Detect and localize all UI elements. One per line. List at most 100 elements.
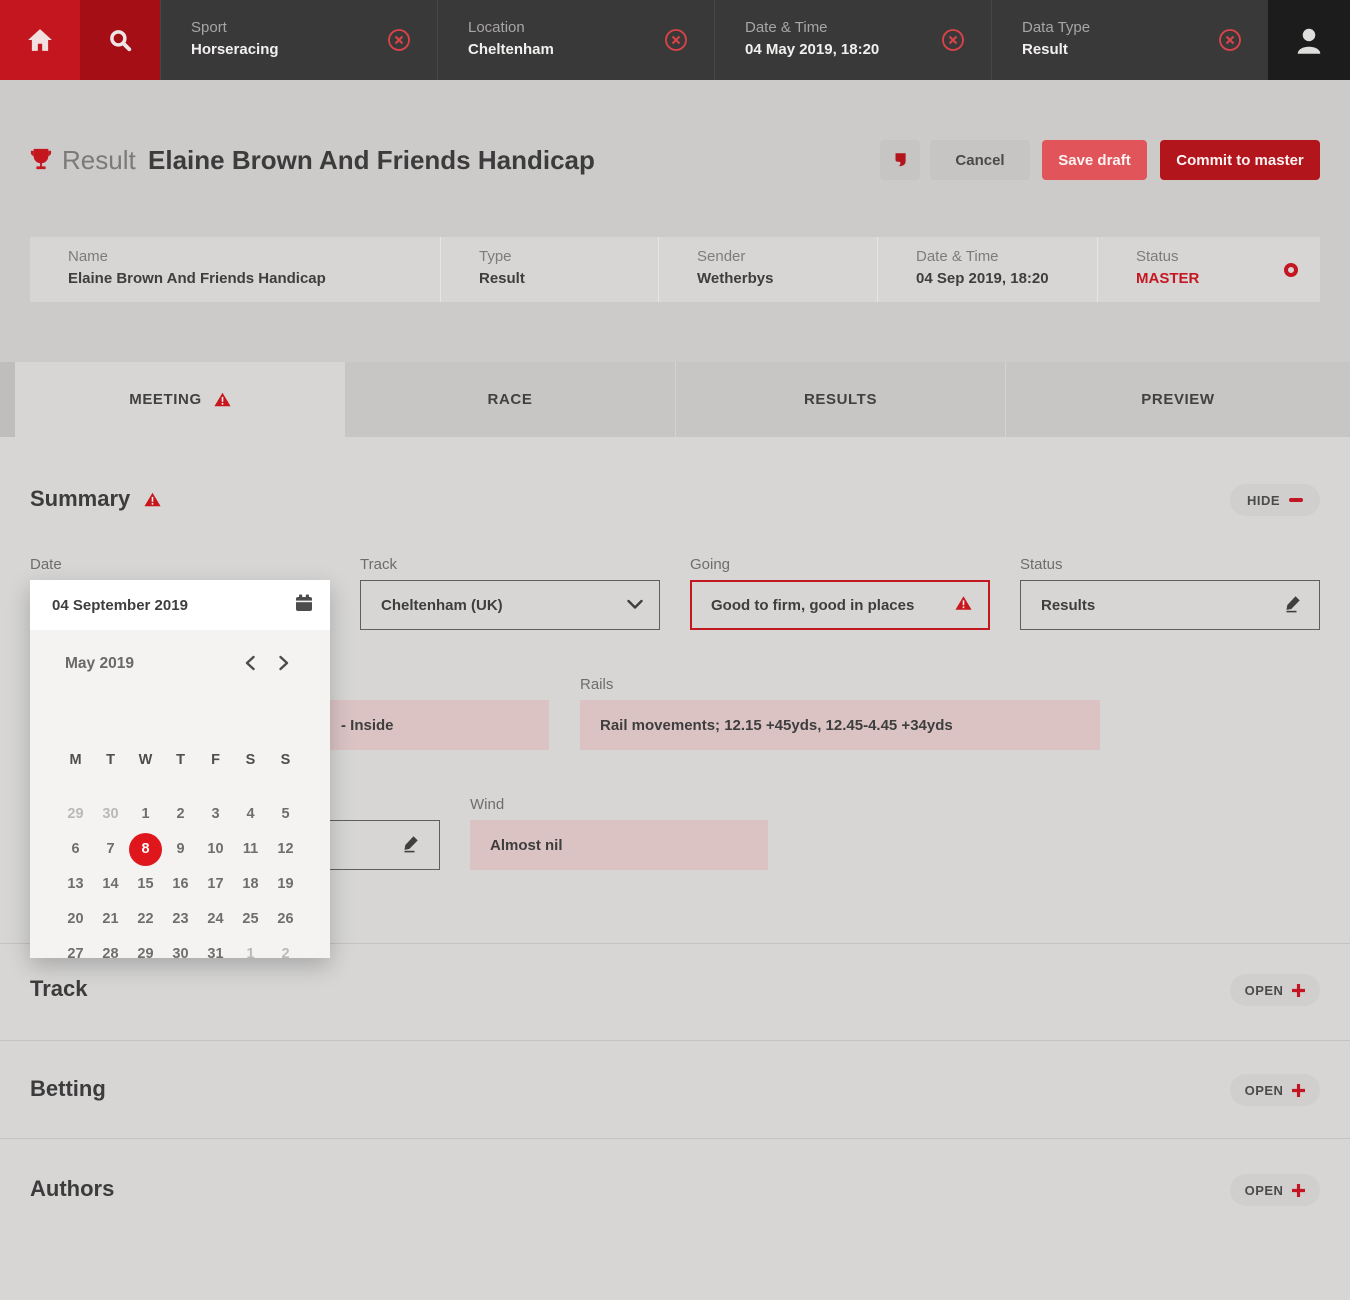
calendar-weekday: F <box>198 752 233 768</box>
calendar-day[interactable]: 22 <box>128 902 163 937</box>
calendar-day[interactable]: 20 <box>58 902 93 937</box>
remove-filter-icon[interactable] <box>941 28 965 52</box>
calendar-day[interactable]: 9 <box>163 832 198 867</box>
calendar-day[interactable]: 24 <box>198 902 233 937</box>
remove-filter-icon[interactable] <box>1218 28 1242 52</box>
tab-race[interactable]: RACE <box>345 362 675 437</box>
calendar-day[interactable]: 27 <box>58 937 93 972</box>
flag-button[interactable] <box>880 140 920 180</box>
remove-filter-icon[interactable] <box>664 28 688 52</box>
calendar-day[interactable]: 23 <box>163 902 198 937</box>
calendar-day[interactable]: 29 <box>58 797 93 832</box>
calendar-day[interactable]: 2 <box>163 797 198 832</box>
calendar-day[interactable]: 14 <box>93 867 128 902</box>
calendar-day[interactable]: 3 <box>198 797 233 832</box>
info-sender: Sender Wetherbys <box>658 237 877 302</box>
search-button[interactable] <box>80 0 160 80</box>
calendar-day[interactable]: 12 <box>268 832 303 867</box>
info-datetime: Date & Time 04 Sep 2019, 18:20 <box>877 237 1097 302</box>
calendar-day[interactable]: 29 <box>128 937 163 972</box>
calendar-day[interactable]: 7 <box>93 832 128 867</box>
calendar-weekday: T <box>163 752 198 768</box>
filter-value: Cheltenham <box>468 41 554 58</box>
going-field[interactable]: Good to firm, good in places <box>690 580 990 630</box>
chevron-down-icon <box>627 597 643 614</box>
filter-sport[interactable]: Sport Horseracing <box>160 0 437 80</box>
tab-label: RACE <box>488 391 533 408</box>
open-label: OPEN <box>1245 983 1284 998</box>
calendar-day[interactable]: 10 <box>198 832 233 867</box>
calendar-day[interactable]: 17 <box>198 867 233 902</box>
date-input[interactable]: 04 September 2019 <box>30 580 330 630</box>
hide-summary-button[interactable]: HIDE <box>1230 484 1320 516</box>
filter-value: 04 May 2019, 18:20 <box>745 41 879 58</box>
info-value: Result <box>479 270 525 287</box>
calendar-day[interactable]: 25 <box>233 902 268 937</box>
calendar-weekday: M <box>58 752 93 768</box>
info-label: Type <box>479 248 512 265</box>
next-month-button[interactable] <box>273 652 295 674</box>
tab-bar-edge <box>0 362 15 437</box>
wind-value: Almost nil <box>490 837 563 854</box>
calendar-day[interactable]: 4 <box>233 797 268 832</box>
calendar-weekday: S <box>233 752 268 768</box>
open-betting-button[interactable]: OPEN <box>1230 1074 1320 1106</box>
prev-month-button[interactable] <box>239 652 261 674</box>
save-draft-button[interactable]: Save draft <box>1042 140 1147 180</box>
track-select[interactable]: Cheltenham (UK) <box>360 580 660 630</box>
going-value: Good to firm, good in places <box>711 597 914 614</box>
rails-field[interactable]: Rail movements; 12.15 +45yds, 12.45-4.45… <box>580 700 1100 750</box>
home-button[interactable] <box>0 0 80 80</box>
tab-preview[interactable]: PREVIEW <box>1006 362 1350 437</box>
calendar-day[interactable]: 21 <box>93 902 128 937</box>
calendar-day-selected[interactable]: 8 <box>128 832 163 867</box>
calendar-day[interactable]: 5 <box>268 797 303 832</box>
tab-meeting[interactable]: MEETING <box>15 362 345 437</box>
calendar-day[interactable]: 18 <box>233 867 268 902</box>
user-menu-button[interactable] <box>1268 0 1350 80</box>
calendar-day[interactable]: 2 <box>268 937 303 972</box>
cancel-button[interactable]: Cancel <box>930 140 1030 180</box>
calendar-day[interactable]: 28 <box>93 937 128 972</box>
ribbon-flag-icon <box>891 151 909 169</box>
wind-field[interactable]: Almost nil <box>470 820 768 870</box>
info-label: Date & Time <box>916 248 999 265</box>
info-status: Status MASTER <box>1097 237 1320 302</box>
calendar-weekdays: MTWTFSS <box>58 752 303 768</box>
filter-label: Date & Time <box>745 19 828 36</box>
filter-label: Data Type <box>1022 19 1090 36</box>
calendar-day[interactable]: 16 <box>163 867 198 902</box>
filter-location[interactable]: Location Cheltenham <box>437 0 714 80</box>
calendar-day[interactable]: 13 <box>58 867 93 902</box>
calendar-day[interactable]: 1 <box>233 937 268 972</box>
calendar-day[interactable]: 19 <box>268 867 303 902</box>
going-label: Going <box>690 556 730 573</box>
summary-heading: Summary <box>30 486 130 512</box>
commit-to-master-button[interactable]: Commit to master <box>1160 140 1320 180</box>
warning-icon <box>214 392 231 407</box>
calendar-day[interactable]: 30 <box>163 937 198 972</box>
calendar-day[interactable]: 1 <box>128 797 163 832</box>
info-label: Sender <box>697 248 745 265</box>
section-title-betting: Betting <box>30 1076 106 1102</box>
open-track-button[interactable]: OPEN <box>1230 974 1320 1006</box>
calendar-day[interactable]: 15 <box>128 867 163 902</box>
section-divider <box>0 1040 1350 1041</box>
track-label: Track <box>360 556 397 573</box>
trophy-icon <box>30 146 52 177</box>
wind-label: Wind <box>470 796 504 813</box>
calendar-day[interactable]: 31 <box>198 937 233 972</box>
status-value: Results <box>1041 597 1095 614</box>
remove-filter-icon[interactable] <box>387 28 411 52</box>
calendar-day[interactable]: 11 <box>233 832 268 867</box>
calendar-day[interactable]: 26 <box>268 902 303 937</box>
filter-datetime[interactable]: Date & Time 04 May 2019, 18:20 <box>714 0 991 80</box>
tab-label: MEETING <box>129 391 202 408</box>
open-authors-button[interactable]: OPEN <box>1230 1174 1320 1206</box>
filter-datatype[interactable]: Data Type Result <box>991 0 1268 80</box>
calendar-day[interactable]: 6 <box>58 832 93 867</box>
calendar-day[interactable]: 30 <box>93 797 128 832</box>
status-field[interactable]: Results <box>1020 580 1320 630</box>
tab-results[interactable]: RESULTS <box>676 362 1005 437</box>
calendar-weekday: W <box>128 752 163 768</box>
